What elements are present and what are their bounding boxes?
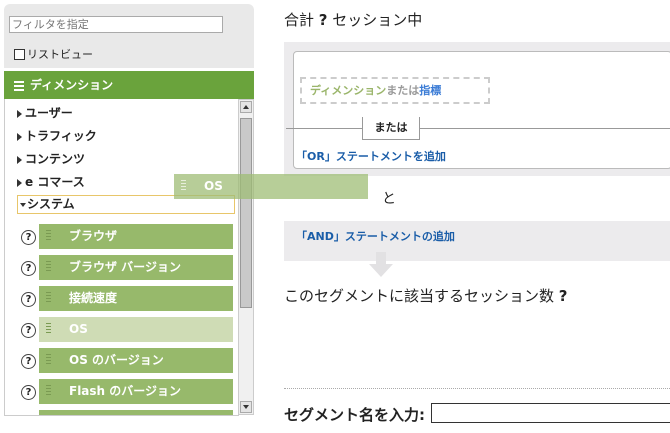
and-gap	[365, 176, 445, 221]
dimension-browser-version[interactable]: ブラウザ バージョン	[39, 255, 233, 280]
drop-hint-dimension: ディメンション	[310, 84, 387, 97]
dimension-browser[interactable]: ブラウザ	[39, 224, 233, 249]
segment-name-label: セグメント名を入力:	[284, 406, 425, 424]
drag-handle-icon[interactable]	[46, 292, 51, 304]
category-users[interactable]: ユーザー	[17, 104, 73, 121]
drop-hint-or: または	[386, 84, 420, 97]
help-icon[interactable]: ?	[21, 385, 36, 400]
and-label: と	[382, 191, 396, 207]
dimension-connection-speed[interactable]: 接続速度	[39, 286, 233, 311]
listview-label: リストビュー	[27, 48, 93, 61]
dimension-label: OS のバージョン	[69, 353, 164, 367]
expand-icon	[17, 155, 22, 164]
dimension-label: Flash のバージョン	[69, 384, 182, 398]
or-divider	[286, 128, 670, 129]
collapse-icon	[20, 202, 26, 207]
category-traffic[interactable]: トラフィック	[17, 127, 97, 144]
help-icon[interactable]: ?	[21, 292, 36, 307]
down-arrow-icon	[369, 252, 393, 277]
dimensions-header-label: ディメンション	[30, 78, 114, 92]
help-icon[interactable]: ?	[21, 354, 36, 369]
menu-icon	[14, 79, 24, 93]
dimension-os[interactable]: OS	[39, 317, 233, 342]
drag-handle-icon[interactable]	[46, 354, 51, 366]
help-icon[interactable]: ?	[21, 230, 36, 245]
expand-icon	[17, 109, 22, 118]
add-and-statement-link[interactable]: 「AND」ステートメントの追加	[296, 228, 455, 244]
dimension-label: 接続速度	[69, 291, 118, 305]
category-label: e コマース	[25, 175, 85, 189]
drag-ghost-os[interactable]: OS	[174, 174, 368, 199]
scroll-up-icon[interactable]	[240, 101, 252, 113]
add-or-statement-link[interactable]: 「OR」ステートメントを追加	[296, 148, 446, 164]
category-content[interactable]: コンテンツ	[17, 150, 85, 167]
dimension-label: ブラウザ バージョン	[69, 260, 181, 274]
filter-input[interactable]	[9, 16, 223, 33]
scroll-down-icon[interactable]	[240, 401, 252, 413]
drag-handle-icon[interactable]	[46, 385, 51, 397]
drag-ghost-label: OS	[204, 179, 223, 193]
drop-hint-metric: 指標	[419, 84, 442, 97]
drag-handle-icon	[181, 180, 186, 192]
dimension-partial	[39, 410, 233, 415]
category-ecommerce[interactable]: e コマース	[17, 173, 85, 190]
scroll-thumb[interactable]	[240, 118, 252, 308]
question-text: このセグメントに該当するセッション数	[284, 287, 555, 305]
listview-toggle[interactable]: リストビュー	[14, 46, 93, 62]
drag-handle-icon[interactable]	[46, 230, 51, 242]
summary-prefix: 合計	[284, 11, 315, 29]
dimension-label: OS	[69, 322, 88, 336]
category-label: ユーザー	[25, 106, 73, 120]
drop-target[interactable]: ディメンションまたは指標	[300, 77, 490, 104]
dimension-flash-version[interactable]: Flash のバージョン	[39, 379, 233, 404]
drag-handle-icon[interactable]	[46, 261, 51, 273]
category-label: トラフィック	[25, 129, 97, 143]
dimensions-header: ディメンション	[4, 71, 254, 99]
summary-suffix: セッション中	[332, 11, 423, 29]
summary-value: ?	[318, 11, 328, 29]
segment-name-input[interactable]	[431, 403, 670, 423]
category-label: コンテンツ	[25, 152, 86, 166]
dimension-label: ブラウザ	[69, 229, 118, 243]
or-label: または	[362, 117, 420, 140]
listview-checkbox[interactable]	[14, 48, 25, 60]
category-label: システム	[27, 197, 75, 211]
tree-scrollbar[interactable]	[238, 99, 254, 415]
question-value: ?	[558, 287, 568, 305]
session-summary: 合計 ? セッション中	[284, 9, 422, 30]
help-icon[interactable]: ?	[21, 261, 36, 276]
drag-handle-icon[interactable]	[46, 323, 51, 335]
expand-icon	[17, 132, 22, 141]
expand-icon	[17, 178, 22, 187]
section-divider	[284, 388, 670, 390]
matching-sessions-question: このセグメントに該当するセッション数 ?	[284, 285, 568, 306]
dimension-os-version[interactable]: OS のバージョン	[39, 348, 233, 373]
help-icon[interactable]: ?	[21, 323, 36, 338]
dimension-tree: ユーザー トラフィック コンテンツ e コマース システム ? ブラウザ ? ブ…	[4, 99, 239, 416]
